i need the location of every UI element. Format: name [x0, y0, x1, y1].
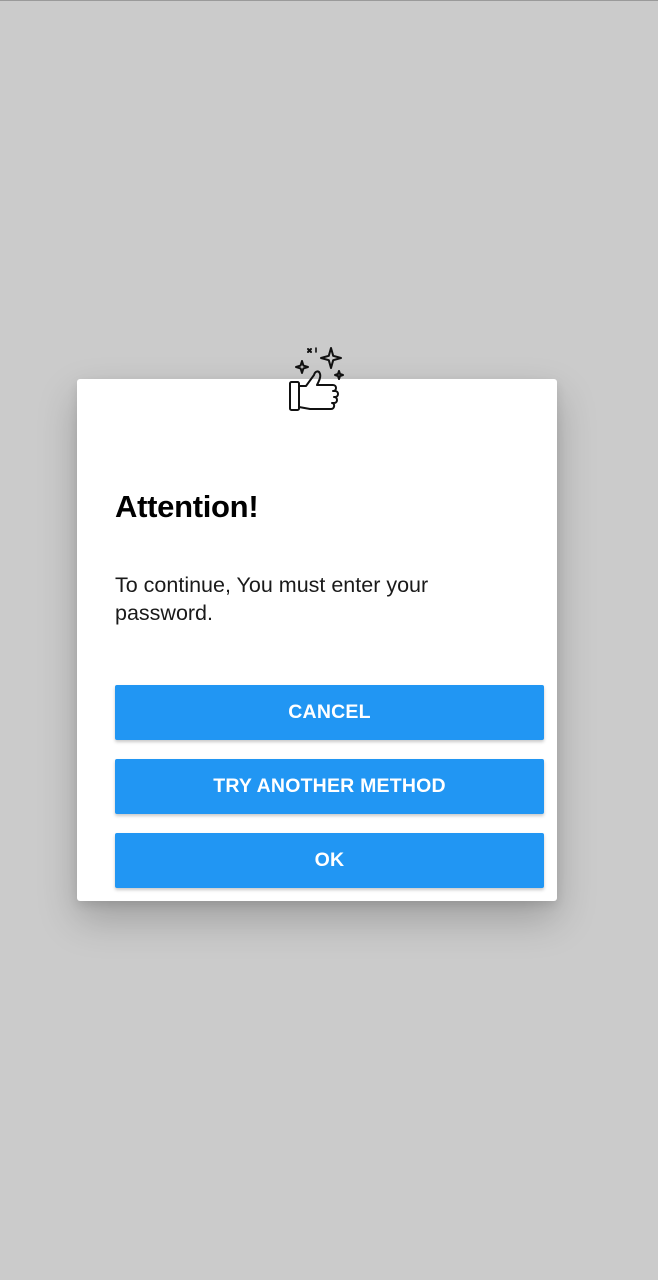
- dialog-title: Attention!: [115, 489, 259, 524]
- dialog-message: To continue, You must enter your passwor…: [115, 573, 429, 625]
- status-bar-divider: [0, 0, 658, 1]
- ok-button[interactable]: OK: [115, 833, 544, 888]
- attention-dialog: Attention! To continue, You must enter y…: [77, 347, 557, 901]
- cancel-button[interactable]: CANCEL: [115, 685, 544, 740]
- thumbs-up-sparkle-icon: [288, 346, 348, 414]
- try-another-method-button[interactable]: TRY ANOTHER METHOD: [115, 759, 544, 814]
